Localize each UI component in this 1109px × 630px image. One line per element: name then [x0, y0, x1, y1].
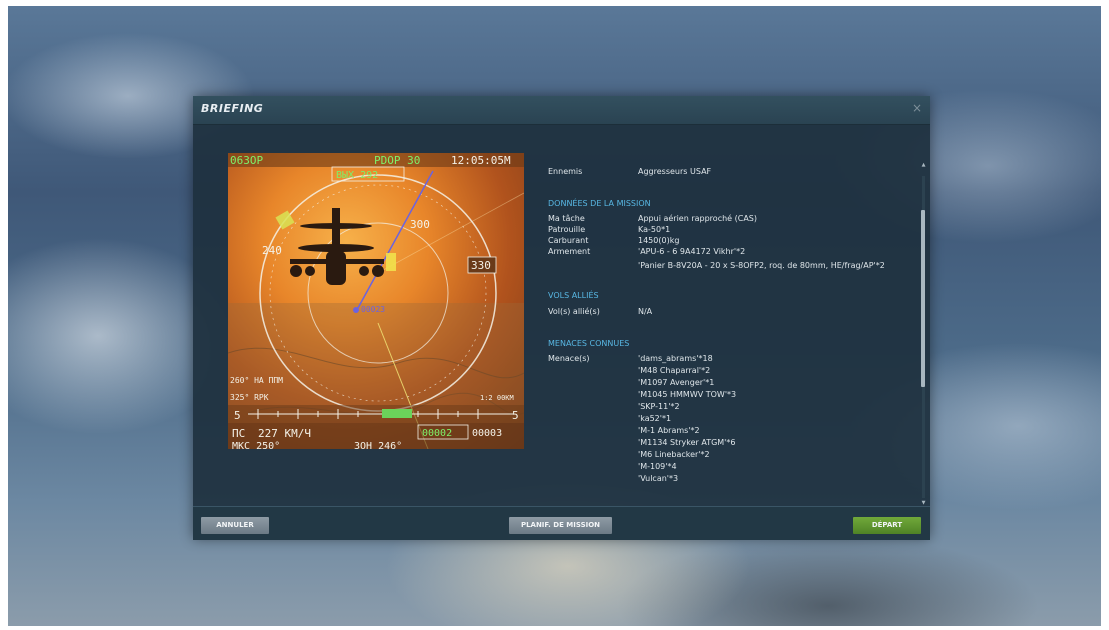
hud-bottom-mid: ЗОН 246°: [354, 441, 402, 449]
scroll-thumb[interactable]: [921, 210, 925, 387]
row-key: Vol(s) allié(s): [548, 307, 600, 316]
briefing-text: Ennemis Aggresseurs USAF DONNÉES DE LA M…: [541, 165, 915, 495]
row-value: 'APU-6 - 6 9A4172 Vikhr'*2: [638, 247, 746, 256]
row-key: Menace(s): [548, 354, 590, 363]
row-key: Ennemis: [548, 167, 583, 176]
hud-alt-box: 00002: [422, 428, 452, 439]
armament-row: Armement 'APU-6 - 6 9A4172 Vikhr'*2: [541, 247, 915, 257]
fuel-row: Carburant 1450(0)kg: [541, 236, 915, 246]
briefing-dialog: BRIEFING × 063OP PDOP 30 12:05:05M ВЫХ 2…: [193, 96, 930, 540]
threat-item: 'M-109'*4: [638, 462, 677, 471]
close-icon[interactable]: ×: [912, 101, 922, 115]
row-key: Patrouille: [548, 225, 586, 234]
known-threats-heading: MENACES CONNUES: [548, 339, 630, 348]
threat-item: 'M48 Chaparral'*2: [638, 366, 711, 375]
row-value: 'Panier B-8V20A - 20 x S-8OFP2, roq. de …: [638, 261, 885, 270]
hud-mag: МКС 250°: [232, 441, 280, 449]
mission-data-heading: DONNÉES DE LA MISSION: [548, 199, 651, 208]
row-value: Aggresseurs USAF: [638, 167, 712, 176]
svg-text:5: 5: [512, 409, 519, 422]
hud-marker-tag: 00023: [361, 305, 385, 314]
hud-bearing-left: 260° НА ППМ: [230, 376, 283, 385]
threat-item: 'dams_abrams'*18: [638, 354, 713, 363]
hud-left-tag: 240: [262, 244, 282, 257]
threat-item: 'SKP-11'*2: [638, 402, 680, 411]
allied-row: Vol(s) allié(s) N/A: [541, 307, 915, 317]
allied-flights-heading: VOLS ALLIÉS: [548, 291, 599, 300]
dialog-content: 063OP PDOP 30 12:05:05M ВЫХ 292 240 300 …: [193, 125, 930, 506]
hud-heading-box: ВЫХ 292: [336, 170, 378, 181]
threat-item: 'M1134 Stryker ATGM'*6: [638, 438, 736, 447]
enemies-row: Ennemis Aggresseurs USAF: [541, 167, 915, 177]
row-value: 1450(0)kg: [638, 236, 680, 245]
flight-row: Patrouille Ka-50*1: [541, 225, 915, 235]
row-value: Ka-50*1: [638, 225, 671, 234]
hud-top-left: 063OP: [230, 154, 263, 167]
hud-time: 12:05:05M: [451, 154, 511, 167]
armament-row-extra: 'Panier B-8V20A - 20 x S-8OFP2, roq. de …: [541, 261, 915, 271]
row-key: Ma tâche: [548, 214, 585, 223]
row-key: Armement: [548, 247, 591, 256]
svg-text:5: 5: [234, 409, 241, 422]
threat-item: 'Vulcan'*3: [638, 474, 679, 483]
hud-right-tag: 330: [471, 259, 491, 272]
row-value: Appui aérien rapproché (CAS): [638, 214, 758, 223]
vertical-scrollbar[interactable]: ▲ ▼: [921, 162, 926, 506]
hud-speed-label: ПС: [232, 427, 245, 440]
hud-scale: 1:2 00КМ: [480, 394, 514, 402]
task-row: Ma tâche Appui aérien rapproché (CAS): [541, 214, 915, 224]
threat-item: 'ka52'*1: [638, 414, 672, 423]
threat-item: 'M1045 HMMWV TOW'*3: [638, 390, 737, 399]
dialog-title: BRIEFING: [201, 102, 264, 115]
threat-item: 'M-1 Abrams'*2: [638, 426, 700, 435]
hud-alt-right: 00003: [472, 428, 502, 439]
title-bar: BRIEFING ×: [193, 96, 930, 125]
hud-range-left: 325° RPK: [230, 393, 269, 402]
threat-item: 'M1097 Avenger'*1: [638, 378, 715, 387]
mission-image: 063OP PDOP 30 12:05:05M ВЫХ 292 240 300 …: [228, 153, 524, 449]
hud-top-mid: PDOP 30: [374, 154, 420, 167]
scroll-up-icon[interactable]: ▲: [921, 162, 926, 168]
mission-planner-button[interactable]: PLANIF. DE MISSION: [509, 517, 612, 534]
hud-speed-value: 227 КМ/Ч: [258, 427, 311, 440]
depart-button[interactable]: DÉPART: [853, 517, 921, 534]
threat-item: 'M6 Linebacker'*2: [638, 450, 710, 459]
row-key: Carburant: [548, 236, 589, 245]
row-value: N/A: [638, 307, 653, 316]
cancel-button[interactable]: ANNULER: [201, 517, 269, 534]
dialog-footer: ANNULER PLANIF. DE MISSION DÉPART: [193, 506, 930, 540]
hud-low-tag: 300: [410, 218, 430, 231]
threats-row: Menace(s): [541, 354, 915, 364]
